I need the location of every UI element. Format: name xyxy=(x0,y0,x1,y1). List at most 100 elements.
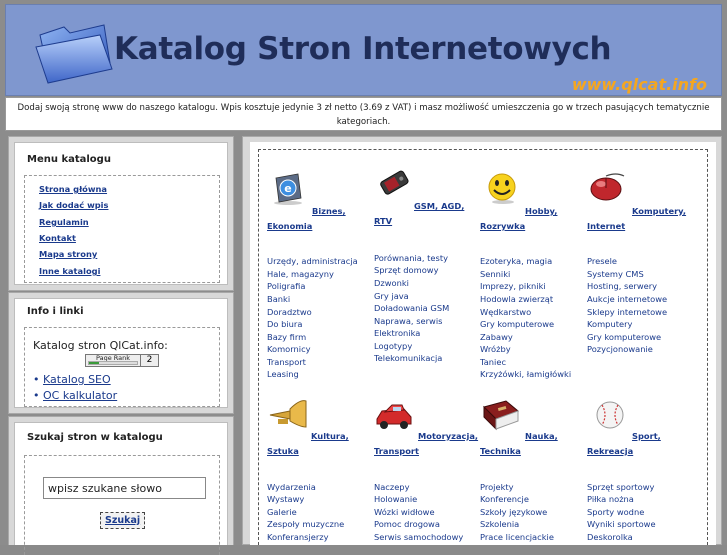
category-title-komputery[interactable]: Komputery, xyxy=(632,206,686,216)
subcategory-link[interactable]: Senniki xyxy=(480,269,510,279)
subcategory-link[interactable]: Taniec xyxy=(480,357,506,367)
menu-title: Menu katalogu xyxy=(27,154,111,165)
ie-logo-icon: e xyxy=(274,173,302,205)
subcategory-link[interactable]: Gry komputerowe xyxy=(480,319,554,329)
subcategory-link[interactable]: Transport xyxy=(267,357,306,367)
search-input[interactable] xyxy=(43,477,206,499)
subcategory-link[interactable]: Wyniki sportowe xyxy=(587,519,656,529)
subcategory-link[interactable]: Komornicy xyxy=(267,344,311,354)
category-title-internet[interactable]: Internet xyxy=(587,221,625,231)
subcategory-link[interactable]: Presele xyxy=(587,256,617,266)
notice-line-2: kategoriach. xyxy=(336,117,391,127)
subcategory-link[interactable]: Elektronika xyxy=(374,328,420,338)
subcategory-link[interactable]: Prace licencjackie xyxy=(480,532,554,542)
subcategory-link[interactable]: Szkoły językowe xyxy=(480,507,547,517)
category-title-nauka[interactable]: Nauka, xyxy=(525,431,558,441)
subcategory-link[interactable]: Szkolenia xyxy=(480,519,519,529)
category-title-hobby[interactable]: Hobby, xyxy=(525,206,557,216)
category-title-ekonomia[interactable]: Ekonomia xyxy=(267,221,312,231)
subcategory-link[interactable]: Poligrafia xyxy=(267,281,305,291)
menu-box: Menu katalogu Strona główna Jak dodać wp… xyxy=(8,136,234,291)
subcategory-link[interactable]: Komputery xyxy=(587,319,632,329)
subcategory-link[interactable]: Wędkarstwo xyxy=(480,307,531,317)
pagerank-track xyxy=(88,361,138,365)
subcategory-link[interactable]: Doradztwo xyxy=(267,307,312,317)
subcategory-link[interactable]: Telekomunikacja xyxy=(374,353,442,363)
category-title-rtv[interactable]: RTV xyxy=(374,216,392,226)
trumpet-icon xyxy=(269,400,307,428)
subcategory-link[interactable]: Hodowla zwierząt xyxy=(480,294,553,304)
info-link-oc-kalkulator[interactable]: • OC kalkulator xyxy=(33,389,117,402)
info-link-katalog-seo[interactable]: • Katalog SEO xyxy=(33,373,111,386)
subcategory-link[interactable]: Konferansjerzy xyxy=(267,532,329,542)
subcategory-link[interactable]: Ezoteryka, magia xyxy=(480,256,552,266)
pagerank-badge[interactable]: Page Rank 2 xyxy=(85,354,159,367)
subcategory-link[interactable]: Sklepy internetowe xyxy=(587,307,667,317)
subcategory-link[interactable]: Konferencje xyxy=(480,494,529,504)
category-title-gsm[interactable]: GSM, AGD, xyxy=(414,201,464,211)
subcategory-link[interactable]: Piłka nożna xyxy=(587,494,634,504)
subcategory-link[interactable]: Hosting, serwery xyxy=(587,281,657,291)
subcategory-link[interactable]: Wózki widłowe xyxy=(374,507,435,517)
subcategory-link[interactable]: Wystawy xyxy=(267,494,304,504)
subcategory-link[interactable]: Sporty wodne xyxy=(587,507,644,517)
info-box: Info i linki Katalog stron QlCat.info: P… xyxy=(8,292,234,414)
subcategory-link[interactable]: Naprawa, serwis xyxy=(374,316,442,326)
subcategory-link[interactable]: Gry komputerowe xyxy=(587,332,661,342)
subcategory-link[interactable]: Urzędy, administracja xyxy=(267,256,358,266)
page: Katalog Stron Internetowych www.qlcat.in… xyxy=(0,0,727,555)
info-panel: Info i linki Katalog stron QlCat.info: P… xyxy=(14,298,228,408)
subcategory-link[interactable]: Sprzęt domowy xyxy=(374,265,439,275)
subcategory-link[interactable]: Zespoły muzyczne xyxy=(267,519,344,529)
menu-link-mapa-strony[interactable]: Mapa strony xyxy=(39,249,97,259)
subcategory-link[interactable]: Zabawy xyxy=(480,332,513,342)
subcategory-link[interactable]: Wydarzenia xyxy=(267,482,316,492)
subcategory-link[interactable]: Bazy firm xyxy=(267,332,306,342)
site-url[interactable]: www.qlcat.info xyxy=(572,75,707,94)
info-link-katalog-seo-label[interactable]: Katalog SEO xyxy=(43,373,111,386)
menu-link-inne-katalogi[interactable]: Inne katalogi xyxy=(39,266,100,276)
subcategory-link[interactable]: Gry java xyxy=(374,291,409,301)
menu-link-kontakt[interactable]: Kontakt xyxy=(39,233,76,243)
category-title-sport[interactable]: Sport, xyxy=(632,431,661,441)
category-title-rekreacja[interactable]: Rekreacja xyxy=(587,446,633,456)
subcategory-link[interactable]: Dzwonki xyxy=(374,278,409,288)
menu-panel: Menu katalogu Strona główna Jak dodać wp… xyxy=(14,142,228,285)
subcategory-link[interactable]: Krzyżówki, łamigłówki xyxy=(480,369,571,379)
subcategory-link[interactable]: Sprzęt sportowy xyxy=(587,482,654,492)
subcategory-link[interactable]: Serwis samochodowy xyxy=(374,532,463,542)
category-title-transport[interactable]: Transport xyxy=(374,446,419,456)
subcategory-link[interactable]: Do biura xyxy=(267,319,302,329)
subcategory-link[interactable]: Pomoc drogowa xyxy=(374,519,440,529)
category-title-sztuka[interactable]: Sztuka xyxy=(267,446,299,456)
category-title-motoryzacja[interactable]: Motoryzacja, xyxy=(418,431,478,441)
subcategory-link[interactable]: Imprezy, pikniki xyxy=(480,281,546,291)
category-title-kultura[interactable]: Kultura, xyxy=(311,431,349,441)
category-title-biznes[interactable]: Biznes, xyxy=(312,206,346,216)
search-panel: Szukaj stron w katalogu Szukaj xyxy=(14,422,228,555)
subcategory-link[interactable]: Systemy CMS xyxy=(587,269,644,279)
category-title-technika[interactable]: Technika xyxy=(480,446,521,456)
menu-link-strona-glowna[interactable]: Strona główna xyxy=(39,184,107,194)
menu-link-jak-dodac-wpis[interactable]: Jak dodać wpis xyxy=(39,200,108,210)
subcategory-link[interactable]: Hale, magazyny xyxy=(267,269,334,279)
subcategory-link[interactable]: Aukcje internetowe xyxy=(587,294,667,304)
pagerank-fill xyxy=(89,362,99,364)
subcategory-link[interactable]: Projekty xyxy=(480,482,514,492)
car-icon xyxy=(376,404,412,429)
subcategory-link[interactable]: Wróżby xyxy=(480,344,511,354)
subcategory-link[interactable]: Logotypy xyxy=(374,341,412,351)
subcategory-link[interactable]: Porównania, testy xyxy=(374,253,448,263)
subcategory-link[interactable]: Leasing xyxy=(267,369,299,379)
subcategory-link[interactable]: Doładowania GSM xyxy=(374,303,449,313)
subcategory-link[interactable]: Naczepy xyxy=(374,482,410,492)
info-link-oc-kalkulator-label[interactable]: OC kalkulator xyxy=(43,389,117,402)
subcategory-link[interactable]: Banki xyxy=(267,294,290,304)
category-title-rozrywka[interactable]: Rozrywka xyxy=(480,221,525,231)
subcategory-link[interactable]: Pozycjonowanie xyxy=(587,344,653,354)
subcategory-link[interactable]: Holowanie xyxy=(374,494,417,504)
subcategory-link[interactable]: Galerie xyxy=(267,507,297,517)
subcategory-link[interactable]: Deskorolka xyxy=(587,532,633,542)
search-button[interactable]: Szukaj xyxy=(100,512,146,529)
menu-link-regulamin[interactable]: Regulamin xyxy=(39,217,89,227)
